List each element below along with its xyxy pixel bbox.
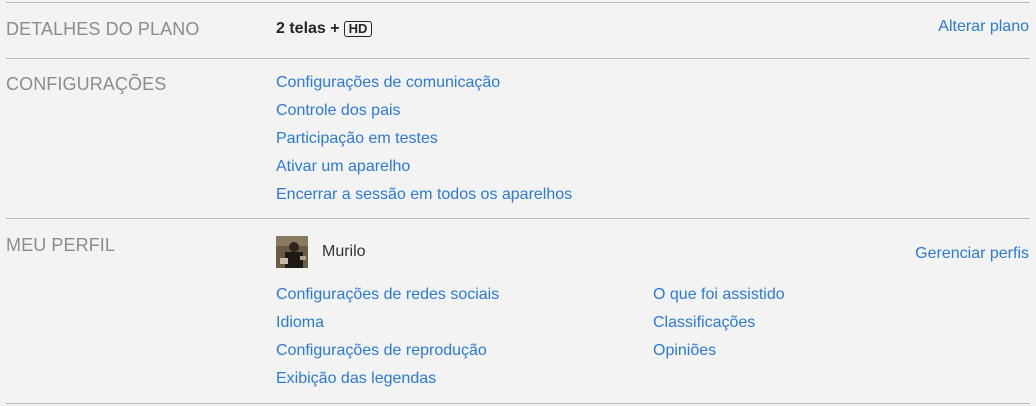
change-plan-link[interactable]: Alterar plano	[938, 17, 1029, 37]
settings-section-title: CONFIGURAÇÕES	[6, 74, 167, 94]
playback-settings-link[interactable]: Configurações de reprodução	[276, 341, 487, 361]
avatar[interactable]	[276, 236, 308, 268]
ratings-link[interactable]: Classificações	[653, 313, 755, 333]
subtitle-display-link[interactable]: Exibição das legendas	[276, 369, 436, 389]
hd-badge: HD	[343, 21, 373, 37]
divider-profile	[6, 218, 1030, 219]
communication-settings-link[interactable]: Configurações de comunicação	[276, 73, 500, 93]
viewing-activity-link[interactable]: O que foi assistido	[653, 285, 785, 305]
account-page: DETALHES DO PLANO 2 telas + HD Alterar p…	[0, 0, 1036, 406]
parental-controls-link[interactable]: Controle dos pais	[276, 101, 401, 121]
manage-profiles-link[interactable]: Gerenciar perfis	[915, 244, 1029, 264]
sign-out-all-devices-link[interactable]: Encerrar a sessão em todos os aparelhos	[276, 185, 572, 205]
plan-section-title: DETALHES DO PLANO	[6, 19, 200, 39]
language-link[interactable]: Idioma	[276, 313, 324, 333]
plan-summary: 2 telas + HD	[276, 19, 373, 39]
divider-settings	[6, 58, 1030, 59]
social-settings-link[interactable]: Configurações de redes sociais	[276, 285, 499, 305]
plan-text: 2 telas +	[276, 20, 340, 37]
divider-top	[6, 2, 1030, 3]
divider-bottom	[6, 403, 1030, 404]
test-participation-link[interactable]: Participação em testes	[276, 129, 438, 149]
profile-name[interactable]: Murilo	[322, 242, 366, 262]
avatar-image	[276, 236, 308, 268]
reviews-link[interactable]: Opiniões	[653, 341, 716, 361]
activate-device-link[interactable]: Ativar um aparelho	[276, 157, 410, 177]
profile-section-title: MEU PERFIL	[6, 235, 116, 255]
